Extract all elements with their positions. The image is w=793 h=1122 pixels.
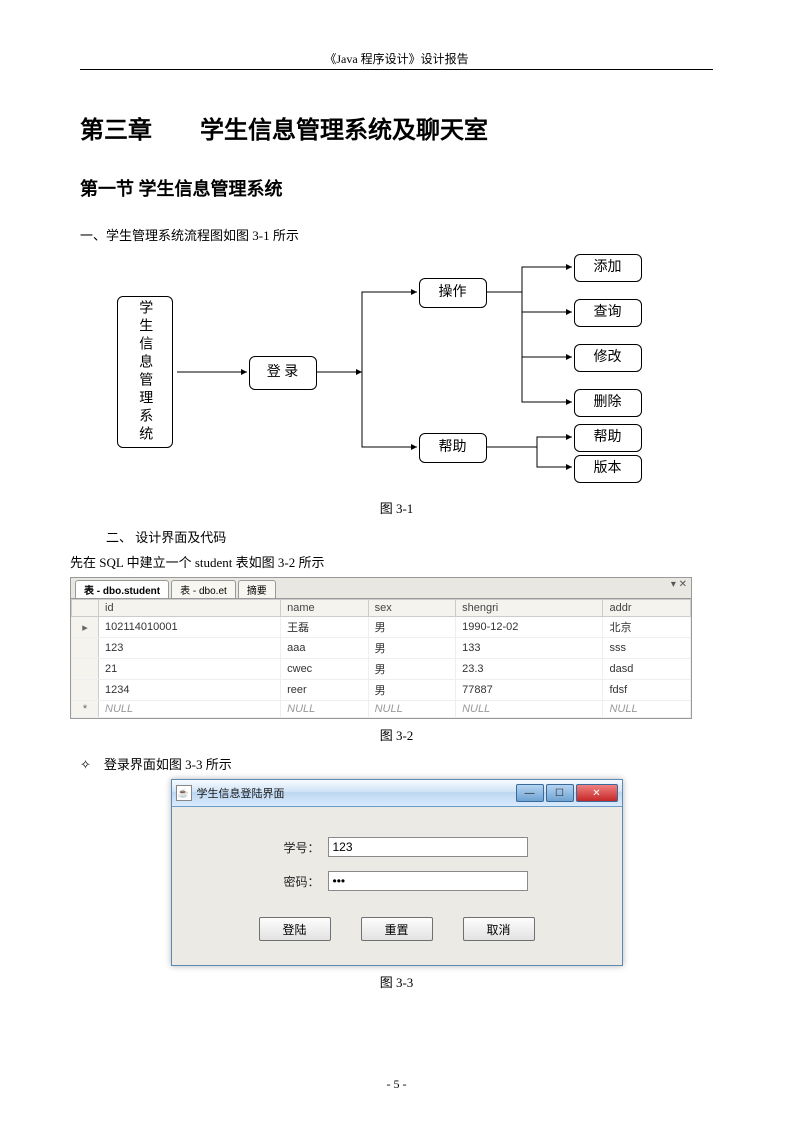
table-cell[interactable]: 1234	[99, 680, 281, 701]
reset-button[interactable]: 重置	[361, 917, 433, 941]
paragraph-intro1: 一、学生管理系统流程图如图 3-1 所示	[80, 225, 713, 244]
table-cell[interactable]: 102114010001	[99, 617, 281, 638]
flow-node-query: 查询	[574, 299, 642, 327]
table-cell[interactable]: 王磊	[281, 617, 368, 638]
flow-node-operation: 操作	[419, 278, 487, 308]
table-cell[interactable]: aaa	[281, 638, 368, 659]
running-header: 《Java 程序设计》设计报告	[80, 50, 713, 67]
table-cell[interactable]: 男	[368, 680, 455, 701]
flow-node-root: 学生信息管理系统	[117, 296, 173, 448]
flow-node-modify: 修改	[574, 344, 642, 372]
col-addr: addr	[603, 600, 691, 617]
row-handle[interactable]	[72, 680, 99, 701]
table-cell[interactable]: reer	[281, 680, 368, 701]
flow-node-version: 版本	[574, 455, 642, 483]
student-id-input[interactable]: 123	[328, 837, 528, 857]
sql-data-grid: id name sex shengri addr ▸102114010001王磊…	[71, 599, 691, 718]
login-titlebar: ☕ 学生信息登陆界面 — ☐ ✕	[172, 780, 622, 807]
table-cell[interactable]: NULL	[99, 701, 281, 718]
sql-tab-close-icon[interactable]: ▾ ✕	[671, 579, 687, 590]
caption-fig-3-2: 图 3-2	[80, 725, 713, 744]
sql-table-screenshot: 表 - dbo.student 表 - dbo.et 摘要 ▾ ✕ id nam…	[70, 577, 692, 719]
caption-fig-3-3: 图 3-3	[80, 972, 713, 991]
password-input[interactable]: •••	[328, 871, 528, 891]
col-name: name	[281, 600, 368, 617]
col-shengri: shengri	[456, 600, 603, 617]
minimize-button[interactable]: —	[516, 784, 544, 802]
table-cell[interactable]: 23.3	[456, 659, 603, 680]
table-cell[interactable]: 男	[368, 617, 455, 638]
java-icon: ☕	[176, 785, 192, 801]
row-handle[interactable]	[72, 659, 99, 680]
table-cell[interactable]: 77887	[456, 680, 603, 701]
table-cell[interactable]: 123	[99, 638, 281, 659]
table-cell[interactable]: 1990-12-02	[456, 617, 603, 638]
caption-fig-3-1: 图 3-1	[80, 498, 713, 517]
row-handle[interactable]	[72, 638, 99, 659]
flow-node-help: 帮助	[419, 433, 487, 463]
header-rule	[80, 69, 713, 70]
table-cell[interactable]: NULL	[603, 701, 691, 718]
sql-tab-student[interactable]: 表 - dbo.student	[75, 580, 169, 598]
table-cell[interactable]: NULL	[456, 701, 603, 718]
flow-node-help2: 帮助	[574, 424, 642, 452]
flow-node-delete: 删除	[574, 389, 642, 417]
table-cell[interactable]: cwec	[281, 659, 368, 680]
label-student-id: 学号：	[266, 839, 320, 856]
sql-tab-bar: 表 - dbo.student 表 - dbo.et 摘要 ▾ ✕	[71, 578, 691, 599]
table-cell[interactable]: sss	[603, 638, 691, 659]
flow-node-login: 登 录	[249, 356, 317, 390]
close-button[interactable]: ✕	[576, 784, 618, 802]
col-sex: sex	[368, 600, 455, 617]
cancel-button[interactable]: 取消	[463, 917, 535, 941]
paragraph-intro2b: 先在 SQL 中建立一个 student 表如图 3-2 所示	[70, 552, 713, 571]
table-cell[interactable]: 男	[368, 659, 455, 680]
table-cell[interactable]: 北京	[603, 617, 691, 638]
login-window-title: 学生信息登陆界面	[197, 785, 285, 801]
table-cell[interactable]: dasd	[603, 659, 691, 680]
table-cell[interactable]: 133	[456, 638, 603, 659]
maximize-button[interactable]: ☐	[546, 784, 574, 802]
page-number: - 5 -	[0, 1077, 793, 1092]
section-title: 第一节 学生信息管理系统	[80, 175, 713, 201]
sql-tab-summary[interactable]: 摘要	[238, 580, 276, 598]
login-button[interactable]: 登陆	[259, 917, 331, 941]
sql-tab-et[interactable]: 表 - dbo.et	[171, 580, 236, 598]
table-cell[interactable]: NULL	[368, 701, 455, 718]
row-handle[interactable]: *	[72, 701, 99, 718]
table-cell[interactable]: 21	[99, 659, 281, 680]
table-cell[interactable]: 男	[368, 638, 455, 659]
flow-node-add: 添加	[574, 254, 642, 282]
col-id: id	[99, 600, 281, 617]
login-window: ☕ 学生信息登陆界面 — ☐ ✕ 学号： 123 密码： ••• 登陆 重置 取…	[171, 779, 623, 966]
paragraph-intro2: 二、 设计界面及代码	[80, 527, 713, 546]
row-handle[interactable]: ▸	[72, 617, 99, 638]
label-password: 密码：	[266, 873, 320, 890]
table-cell[interactable]: NULL	[281, 701, 368, 718]
chapter-title: 第三章 学生信息管理系统及聊天室	[80, 110, 713, 145]
flowchart-figure: 学生信息管理系统 登 录 操作 帮助 添加 查询 修改 删除 帮助 版本	[117, 252, 677, 492]
paragraph-intro3: ✧ 登录界面如图 3-3 所示	[80, 754, 713, 773]
table-cell[interactable]: fdsf	[603, 680, 691, 701]
